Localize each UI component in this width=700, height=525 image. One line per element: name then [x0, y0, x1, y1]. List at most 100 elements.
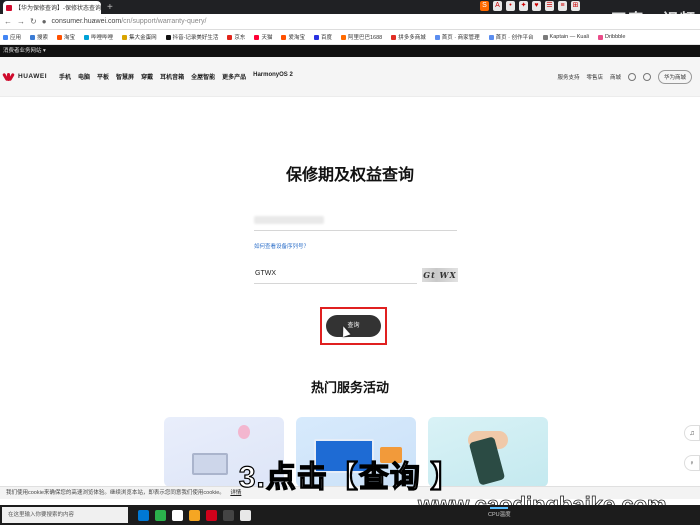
bookmark-item[interactable]: 阿里巴巴1688: [340, 33, 383, 41]
taskbar-apps: [138, 509, 251, 521]
float-music-icon[interactable]: ♫: [684, 425, 700, 441]
balloon-illustration: [238, 425, 250, 439]
taskbar-app-icon[interactable]: [189, 509, 200, 521]
browser-tab-strip: 【华为保修查询】-保修状态查询 … × +: [0, 0, 700, 14]
cpu-label: CPU温度: [488, 512, 511, 518]
bookmark-item[interactable]: 哔哩哔哩: [84, 33, 113, 41]
site-notice-strip[interactable]: 消费者业务网站 ▾: [0, 45, 700, 57]
extension-icon[interactable]: ♥: [532, 1, 541, 11]
bookmark-label: 百度: [320, 35, 332, 41]
bookmark-label: 抖音-记录美好生活: [172, 35, 219, 41]
mall-button[interactable]: 华为商城: [657, 70, 692, 84]
extension-icon[interactable]: A: [493, 1, 502, 11]
bookmark-item[interactable]: Dribbble: [597, 34, 626, 40]
address-bar[interactable]: ← → ↻ ● consumer.huawei.com/cn/support/w…: [0, 14, 700, 30]
nav-item[interactable]: HarmonyOS 2: [253, 72, 293, 81]
extension-icon[interactable]: •: [506, 1, 515, 11]
taskbar-app-icon[interactable]: [240, 509, 251, 521]
bookmark-label: 淘宝: [64, 35, 76, 41]
windows-taskbar: 在这里输入你要搜索的内容: [0, 505, 700, 525]
captcha-image[interactable]: Gt WX: [422, 268, 458, 282]
main-nav: 手机 电脑 平板 智慧屏 穿戴 耳机音箱 全屋智能 更多产品 HarmonyOS 2: [59, 72, 293, 81]
bookmark-icon: [597, 34, 603, 40]
nav-item[interactable]: 手机: [59, 72, 71, 81]
bookmark-label: Dribbble: [604, 34, 626, 40]
bookmark-label: 应用: [10, 35, 22, 41]
huawei-favicon-icon: [6, 4, 12, 11]
back-icon[interactable]: ←: [4, 17, 12, 26]
nav-item[interactable]: 全屋智能: [191, 72, 215, 81]
section-title: 热门服务活动: [310, 380, 389, 395]
bookmark-item[interactable]: 首页 · 商家管理: [434, 33, 480, 41]
extension-icon[interactable]: ≡: [558, 1, 567, 11]
nav-item[interactable]: 智慧屏: [116, 72, 134, 81]
reload-icon[interactable]: ↻: [30, 17, 37, 26]
huawei-logo[interactable]: HUAWEI: [2, 72, 47, 82]
nav-item[interactable]: 电脑: [78, 72, 90, 81]
nav-link-support[interactable]: 服务支持: [557, 73, 579, 81]
nav-link-stores[interactable]: 零售店: [586, 73, 603, 81]
query-button[interactable]: 查询: [326, 315, 381, 337]
bookmark-label: 拼多多商城: [398, 35, 426, 41]
bookmark-icon: [542, 34, 548, 40]
sn-help-link[interactable]: 如何查看设备序列号？: [254, 242, 309, 250]
bookmark-icon: [165, 34, 171, 40]
address-url[interactable]: consumer.huawei.com/cn/support/warranty-…: [52, 18, 207, 25]
bookmark-item[interactable]: 应用: [3, 33, 21, 41]
taskbar-app-icon[interactable]: [138, 509, 149, 521]
taskbar-app-icon[interactable]: [172, 509, 183, 521]
bookmark-item[interactable]: 搜索: [30, 33, 48, 41]
bookmark-item[interactable]: 拼多多商城: [391, 33, 426, 41]
bookmark-item[interactable]: 爱淘宝: [281, 33, 305, 41]
bookmark-icon: [434, 34, 440, 40]
header-right-nav: 服务支持 零售店 商城 华为商城: [557, 57, 692, 97]
nav-item[interactable]: 更多产品: [222, 72, 246, 81]
bookmark-item[interactable]: Kaptain — Kuali: [542, 34, 589, 40]
user-icon[interactable]: [642, 73, 651, 81]
bookmark-icon: [340, 34, 346, 40]
bookmark-item[interactable]: 集大金蛋网: [122, 33, 157, 41]
logo-text: HUAWEI: [18, 73, 47, 80]
bookmark-item[interactable]: 抖音-记录美好生活: [165, 33, 219, 41]
tutorial-caption: 3.点击【查询 】: [238, 460, 462, 494]
nav-item[interactable]: 穿戴: [141, 72, 153, 81]
bookmark-item[interactable]: 天猫: [254, 33, 272, 41]
taskbar-search[interactable]: 在这里输入你要搜索的内容: [2, 507, 128, 523]
nav-link-mall[interactable]: 商城: [610, 73, 621, 81]
bookmark-label: 搜索: [37, 35, 49, 41]
extension-icon[interactable]: S: [480, 1, 489, 11]
search-icon[interactable]: [627, 73, 636, 81]
taskbar-app-icon[interactable]: [206, 509, 217, 521]
site-header: HUAWEI 手机 电脑 平板 智慧屏 穿戴 耳机音箱 全屋智能 更多产品 HarmonyOS …: [0, 57, 700, 97]
bookmark-label: 阿里巴巴1688: [347, 35, 383, 41]
captcha-input[interactable]: [254, 264, 417, 284]
bookmark-label: 集大金蛋网: [129, 35, 157, 41]
bookmark-item[interactable]: 首页 · 创作平台: [488, 33, 534, 41]
bookmark-icon: [254, 34, 260, 40]
bookmark-label: Kaptain — Kuali: [549, 34, 589, 40]
bookmark-item[interactable]: 京东: [227, 33, 245, 41]
extension-icon[interactable]: ⊞: [571, 1, 580, 11]
bookmarks-bar: 应用 搜索 淘宝 哔哩哔哩 集大金蛋网 抖音-记录美好生活 京东 天猫 爱淘宝 百度 阿里巴巴168…: [0, 30, 700, 45]
page-title: 保修期及权益查询: [285, 167, 414, 184]
bookmark-icon: [57, 34, 63, 40]
extension-icon[interactable]: ☰: [545, 1, 554, 11]
bookmark-label: 京东: [234, 35, 246, 41]
bookmark-item[interactable]: 淘宝: [57, 33, 75, 41]
taskbar-app-icon[interactable]: [155, 509, 166, 521]
bookmark-icon: [3, 34, 8, 40]
bookmark-icon: [391, 34, 397, 40]
nav-item[interactable]: 耳机音箱: [160, 72, 184, 81]
taskbar-app-icon[interactable]: [223, 509, 234, 521]
tab-title: 【华为保修查询】-保修状态查询 …: [15, 6, 101, 12]
cpu-meter: [490, 507, 508, 509]
bookmark-item[interactable]: 百度: [313, 33, 332, 41]
new-tab-button[interactable]: +: [107, 1, 113, 14]
lock-icon: ●: [41, 17, 47, 26]
nav-item[interactable]: 平板: [97, 72, 109, 81]
browser-extension-icons: S A • ✦ ♥ ☰ ≡ ⊞: [480, 1, 580, 11]
extension-icon[interactable]: ✦: [519, 1, 528, 11]
forward-icon[interactable]: →: [17, 17, 25, 26]
serial-number-placeholder: [254, 216, 324, 224]
browser-tab-huawei[interactable]: 【华为保修查询】-保修状态查询 … ×: [3, 1, 101, 14]
